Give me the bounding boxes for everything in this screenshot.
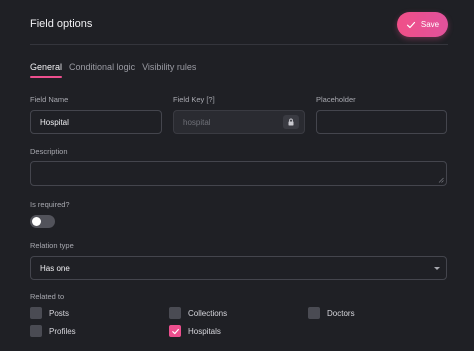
chevron-down-icon	[434, 267, 440, 270]
save-button[interactable]: Save	[397, 12, 448, 37]
related-option-collections[interactable]: Collections	[169, 307, 227, 319]
related-option-hospitals[interactable]: Hospitals	[169, 325, 221, 337]
checkbox-checked[interactable]	[169, 325, 181, 337]
field-key-placeholder: hospital	[183, 117, 211, 127]
tab-visibility-rules[interactable]: Visibility rules	[142, 62, 196, 77]
resize-handle-icon[interactable]	[438, 177, 444, 183]
field-name-value: Hospital	[40, 117, 69, 127]
header-divider	[30, 44, 448, 45]
field-key-input: hospital	[173, 110, 305, 134]
relation-type-value: Has one	[40, 263, 70, 273]
toggle-knob	[32, 217, 41, 226]
tab-bar: General Conditional logic Visibility rul…	[30, 62, 196, 78]
related-option-posts[interactable]: Posts	[30, 307, 69, 319]
related-option-label: Posts	[49, 308, 70, 318]
related-option-label: Profiles	[49, 326, 76, 336]
related-option-profiles[interactable]: Profiles	[30, 325, 76, 337]
relation-type-label: Relation type	[30, 241, 74, 250]
checkbox[interactable]	[30, 325, 42, 337]
field-key-label: Field Key [?]	[173, 95, 215, 104]
related-option-doctors[interactable]: Doctors	[308, 307, 355, 319]
tab-conditional-logic[interactable]: Conditional logic	[69, 62, 135, 77]
related-option-label: Doctors	[327, 308, 355, 318]
checkbox[interactable]	[308, 307, 320, 319]
description-textarea[interactable]	[30, 161, 447, 186]
field-options-panel: Field options Save General Conditional l…	[0, 0, 474, 351]
checkbox[interactable]	[30, 307, 42, 319]
field-name-label: Field Name	[30, 95, 69, 104]
required-label: Is required?	[30, 200, 70, 209]
check-icon	[171, 328, 179, 334]
relation-type-select[interactable]: Has one	[30, 256, 447, 280]
description-label: Description	[30, 147, 68, 156]
panel-title: Field options	[30, 18, 93, 30]
related-option-label: Collections	[188, 308, 228, 318]
required-toggle[interactable]	[30, 215, 55, 228]
tab-general[interactable]: General	[30, 62, 63, 78]
placeholder-label: Placeholder	[316, 95, 356, 104]
lock-icon	[283, 115, 299, 129]
related-to-label: Related to	[30, 292, 65, 301]
related-option-label: Hospitals	[188, 326, 221, 336]
check-icon	[406, 21, 415, 28]
field-name-input[interactable]: Hospital	[30, 110, 162, 134]
placeholder-input[interactable]	[316, 110, 447, 134]
checkbox[interactable]	[169, 307, 181, 319]
save-button-label: Save	[420, 20, 440, 29]
